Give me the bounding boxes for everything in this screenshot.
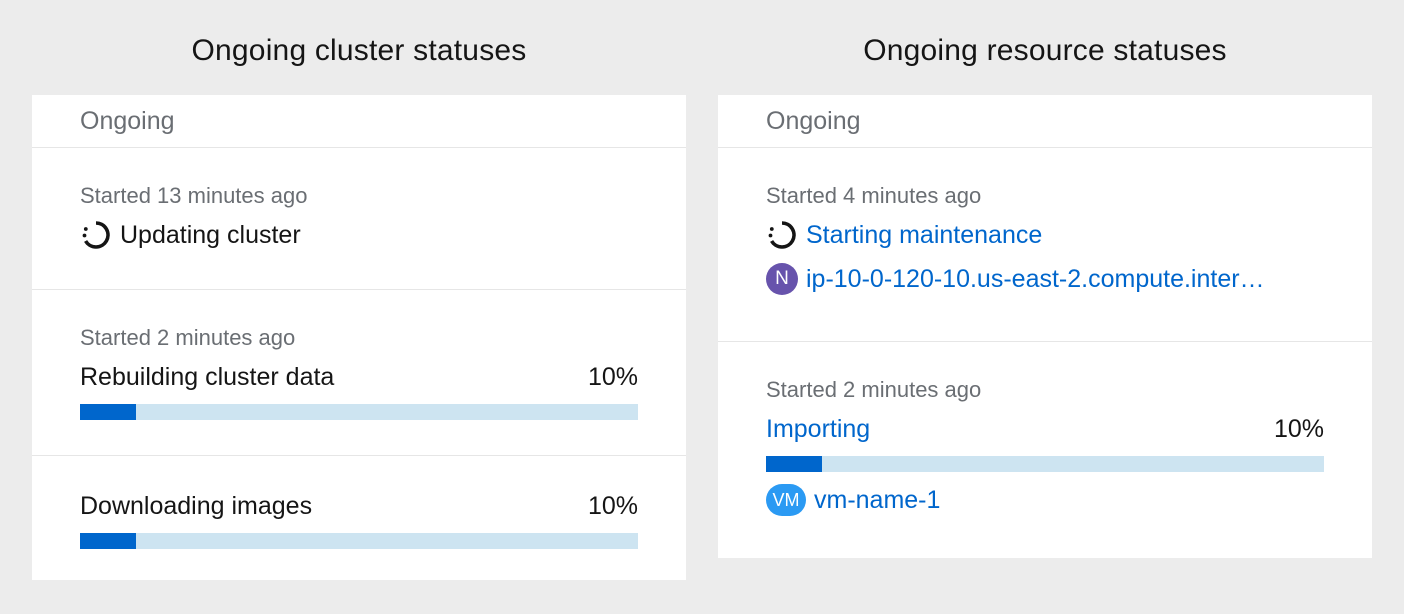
status-label: Downloading images: [80, 492, 313, 520]
resource-card-header: Ongoing: [718, 95, 1372, 148]
resource-link[interactable]: vm-name-1: [814, 486, 940, 515]
progress-percent: 10%: [587, 363, 638, 391]
spinner-icon: [768, 221, 796, 249]
progress-bar: [766, 456, 1324, 472]
cluster-statuses-card: Ongoing Started 13 minutes ago Updating …: [32, 95, 686, 580]
card-header-label: Ongoing: [766, 106, 861, 135]
resource-statuses-title: Ongoing resource statuses: [863, 34, 1227, 67]
vm-badge: VM: [766, 484, 806, 516]
node-badge: N: [766, 263, 798, 295]
progress-bar: [80, 404, 638, 420]
cluster-status-item: Downloading images 10%: [32, 456, 686, 580]
started-time: Started 2 minutes ago: [80, 325, 296, 350]
started-time: Started 4 minutes ago: [766, 183, 982, 208]
resource-row: VM vm-name-1: [766, 484, 1324, 516]
status-link[interactable]: Starting maintenance: [806, 221, 1042, 250]
resource-status-item: Started 2 minutes ago Importing 10% VM v…: [718, 342, 1372, 558]
started-time: Started 2 minutes ago: [766, 377, 982, 402]
cluster-card-header: Ongoing: [32, 95, 686, 148]
status-row: Importing 10%: [766, 415, 1324, 444]
resource-row: N ip-10-0-120-10.us-east-2.compute.inter…: [766, 263, 1324, 295]
cluster-status-item: Started 2 minutes ago Rebuilding cluster…: [32, 290, 686, 456]
resource-link[interactable]: ip-10-0-120-10.us-east-2.compute.inter…: [806, 265, 1265, 294]
progress-percent: 10%: [1273, 415, 1324, 443]
status-label: Rebuilding cluster data: [80, 363, 335, 391]
started-time: Started 13 minutes ago: [80, 183, 308, 208]
cluster-status-item: Started 13 minutes ago Updating cluster: [32, 148, 686, 290]
progress-percent: 10%: [587, 492, 638, 520]
progress-bar: [80, 533, 638, 549]
resource-status-item: Started 4 minutes ago Starting maintenan…: [718, 148, 1372, 342]
spinner-icon: [82, 221, 110, 249]
progress-bar-fill: [80, 404, 136, 420]
progress-bar-fill: [80, 533, 136, 549]
status-row: Rebuilding cluster data 10%: [80, 363, 638, 392]
status-row: Starting maintenance: [766, 219, 1324, 251]
status-row: Downloading images 10%: [80, 492, 638, 521]
cluster-statuses-title: Ongoing cluster statuses: [191, 34, 527, 67]
status-row: Updating cluster: [80, 219, 638, 251]
card-header-label: Ongoing: [80, 106, 175, 135]
status-link[interactable]: Importing: [766, 415, 870, 444]
status-label: Updating cluster: [120, 220, 301, 249]
resource-statuses-card: Ongoing Started 4 minutes ago Starting m…: [718, 95, 1372, 558]
progress-bar-fill: [766, 456, 822, 472]
